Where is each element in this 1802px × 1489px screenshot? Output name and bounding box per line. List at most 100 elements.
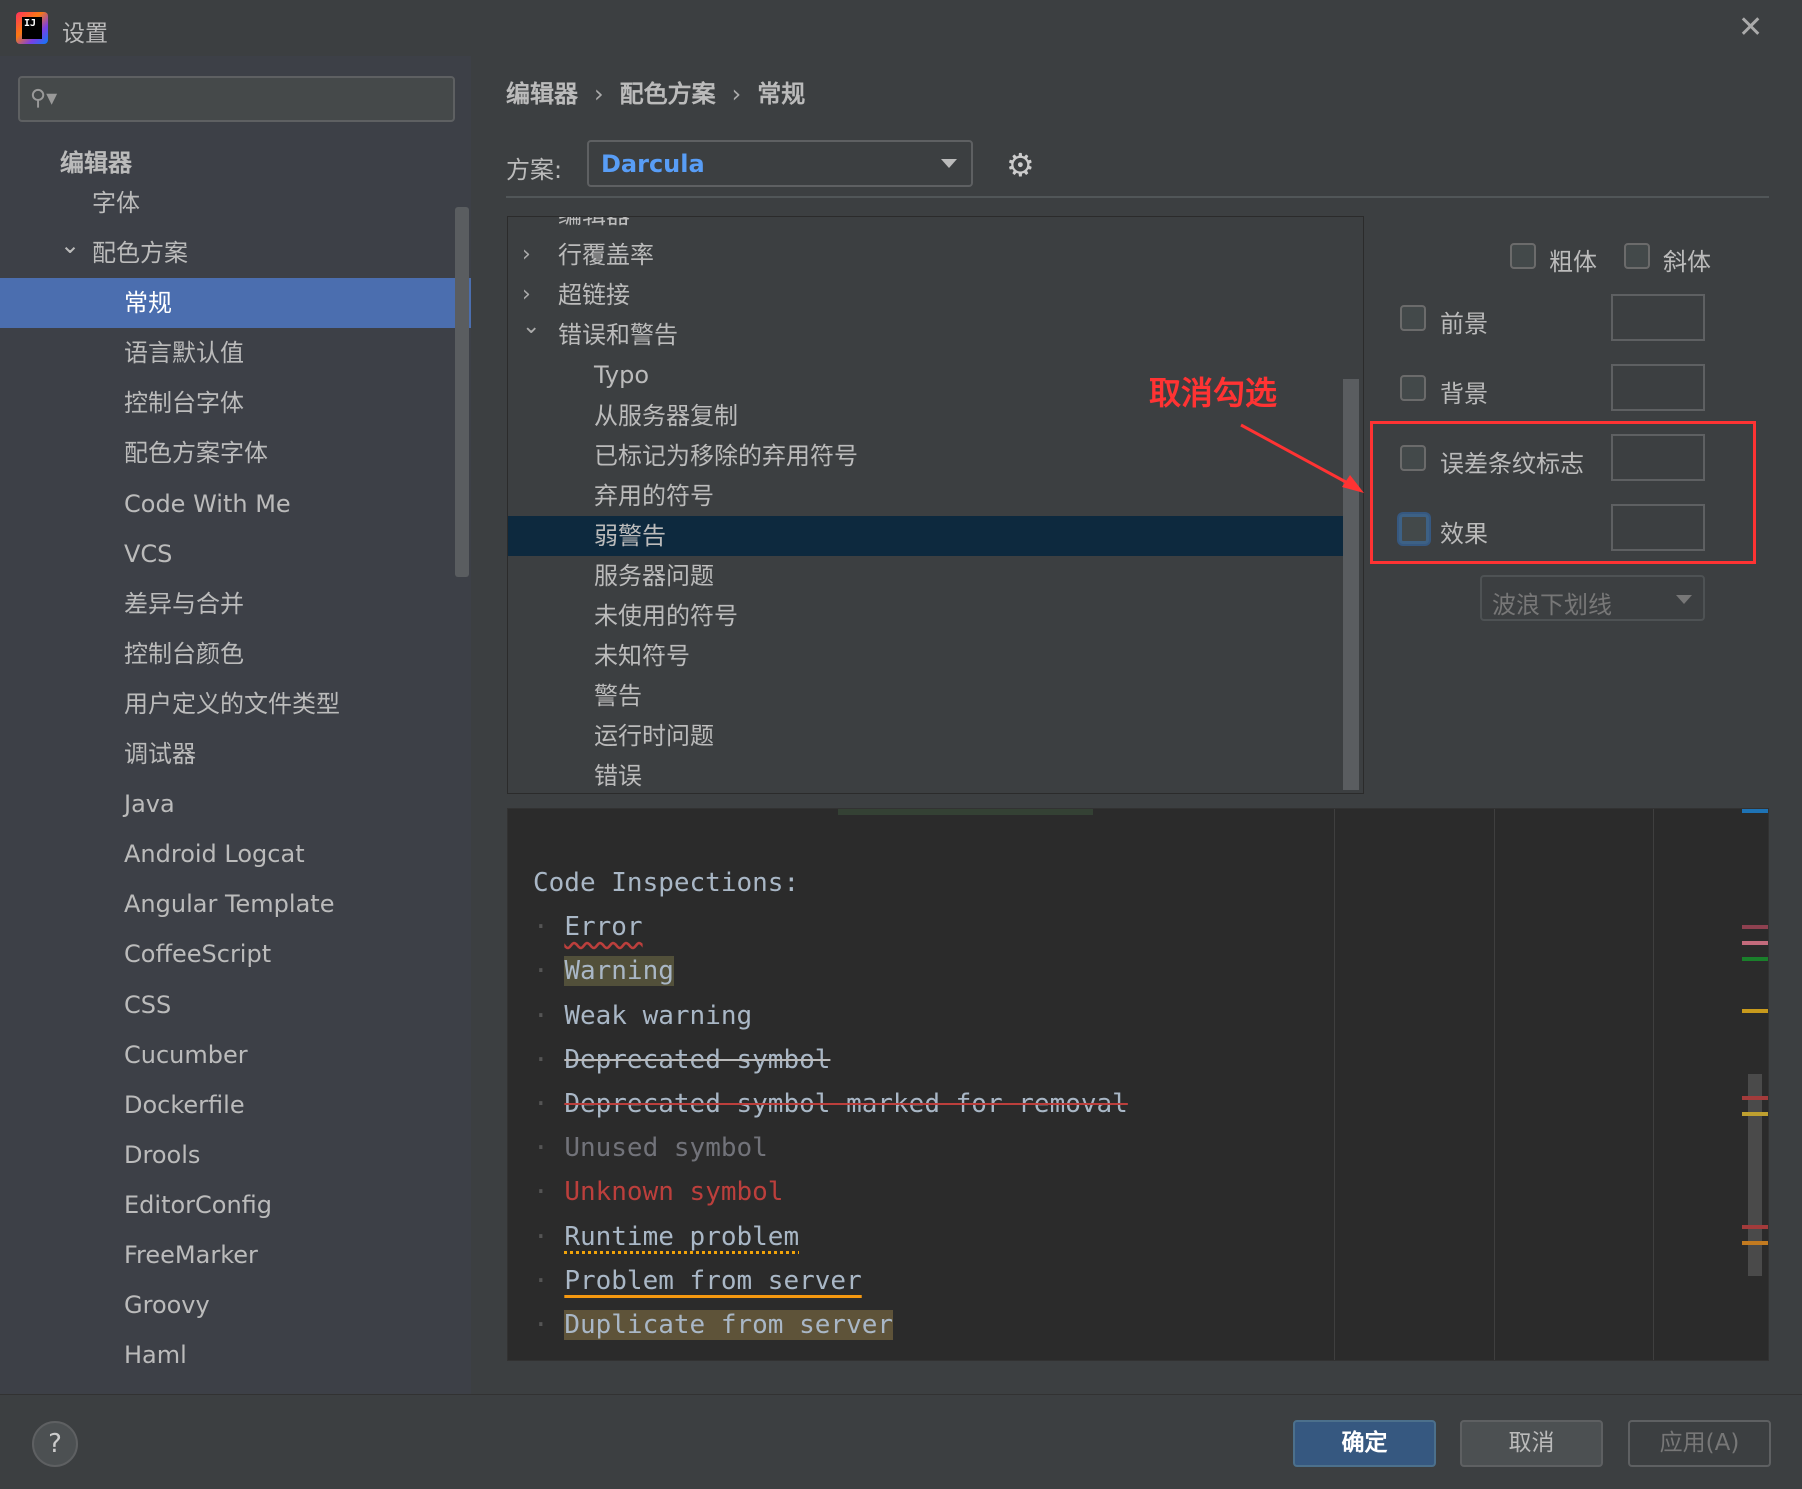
sidebar-item-label: 控制台字体 xyxy=(124,389,244,418)
tree-item-label: 错误 xyxy=(594,762,642,791)
cancel-button[interactable]: 取消 xyxy=(1460,1420,1603,1467)
window-title: 设置 xyxy=(62,21,108,47)
background-checkbox[interactable] xyxy=(1400,375,1426,401)
sidebar-item[interactable]: 用户定义的文件类型 xyxy=(0,679,471,729)
sidebar-item[interactable]: Code With Me xyxy=(0,479,471,529)
sidebar-item[interactable]: Cucumber xyxy=(0,1030,471,1080)
sidebar-item[interactable]: ⌄ 配色方案 xyxy=(0,228,471,278)
preview-scrollbar[interactable] xyxy=(1748,1074,1762,1276)
annotation-highlight-box xyxy=(1370,421,1756,564)
error-stripe-mark[interactable] xyxy=(1742,1096,1768,1100)
close-icon[interactable]: ✕ xyxy=(1738,10,1763,45)
preview-line: · Unknown symbol xyxy=(533,1177,784,1208)
tree-item[interactable]: ⌄ 编辑器 xyxy=(508,217,1348,235)
error-stripe-mark[interactable] xyxy=(1742,1009,1768,1013)
sidebar-item-label: Haml xyxy=(124,1341,187,1370)
sidebar-item[interactable]: Drools xyxy=(0,1130,471,1180)
scheme-dropdown[interactable]: Darcula xyxy=(587,140,973,187)
bold-checkbox[interactable] xyxy=(1510,243,1536,269)
scheme-label: 方案: xyxy=(506,156,563,184)
tree-item-label: 错误和警告 xyxy=(558,321,678,350)
sidebar-item-label: Drools xyxy=(124,1140,201,1169)
breadcrumb-item[interactable]: 配色方案 xyxy=(620,80,716,108)
intellij-logo-icon: IJ xyxy=(16,12,48,44)
sidebar-item[interactable]: 控制台颜色 xyxy=(0,629,471,679)
error-stripe-mark[interactable] xyxy=(1742,1112,1768,1116)
sidebar-item[interactable]: 调试器 xyxy=(0,729,471,779)
tree-item-label: 弃用的符号 xyxy=(594,481,714,510)
tree-item[interactable]: 错误 xyxy=(508,756,1348,793)
chevron-right-icon[interactable]: › xyxy=(522,235,531,275)
tree-item[interactable]: 未知符号 xyxy=(508,636,1348,676)
apply-button[interactable]: 应用(A) xyxy=(1628,1420,1771,1467)
sidebar-item[interactable]: 语言默认值 xyxy=(0,328,471,378)
sidebar-item[interactable]: Android Logcat xyxy=(0,829,471,879)
tree-item[interactable]: 警告 xyxy=(508,676,1348,716)
sidebar-scrollbar[interactable] xyxy=(455,207,469,577)
tree-item[interactable]: ⌄ 错误和警告 xyxy=(508,314,1348,355)
gear-icon[interactable]: ⚙ xyxy=(1006,146,1035,184)
preview-line: · Unused symbol xyxy=(533,1133,768,1164)
error-stripe-mark[interactable] xyxy=(1742,1241,1768,1245)
sidebar-item[interactable]: 差异与合并 xyxy=(0,579,471,629)
sidebar-item-label: 配色方案 xyxy=(92,239,188,267)
search-input[interactable]: ⚲▾ xyxy=(18,76,455,122)
sidebar-item[interactable]: CSS xyxy=(0,980,471,1030)
sidebar-item[interactable]: EditorConfig xyxy=(0,1180,471,1230)
tree-item[interactable]: 未使用的符号 xyxy=(508,596,1348,636)
error-stripe-mark[interactable] xyxy=(1742,925,1768,929)
italic-checkbox[interactable] xyxy=(1624,243,1650,269)
preview-text-warning: Warning xyxy=(564,956,674,987)
chevron-down-icon[interactable]: ⌄ xyxy=(522,307,540,347)
preview-editor[interactable]: Code Inspections: · Error · Warning · Weak … xyxy=(507,808,1769,1361)
sidebar-item[interactable]: Groovy xyxy=(0,1280,471,1330)
sidebar-item[interactable]: FreeMarker xyxy=(0,1230,471,1280)
sidebar-item[interactable]: 配色方案字体 xyxy=(0,428,471,478)
sidebar-item[interactable]: Java xyxy=(0,779,471,829)
error-stripe-mark[interactable] xyxy=(1742,941,1768,945)
bold-label: 粗体 xyxy=(1549,248,1597,276)
foreground-color-swatch[interactable] xyxy=(1611,294,1705,341)
sidebar-item[interactable]: Haml xyxy=(0,1330,471,1380)
sidebar-item[interactable]: CoffeeScript xyxy=(0,929,471,979)
sidebar-item-label: 调试器 xyxy=(124,740,196,768)
sidebar-item[interactable]: VCS xyxy=(0,529,471,579)
tree-item[interactable]: 弱警告 xyxy=(508,515,1348,556)
tree-item[interactable]: › 超链接 xyxy=(508,275,1348,315)
dialog-footer: ? 确定 取消 应用(A) xyxy=(0,1394,1802,1489)
tree-item[interactable]: 已标记为移除的弃用符号 xyxy=(508,436,1348,476)
sidebar-item[interactable]: Dockerfile xyxy=(0,1080,471,1130)
annotation-text: 取消勾选 xyxy=(1149,374,1278,412)
tree-item-label: 警告 xyxy=(594,682,642,711)
preview-line: · Error xyxy=(533,912,643,943)
tree-item[interactable]: › 行覆盖率 xyxy=(508,235,1348,275)
effect-type-dropdown[interactable]: 波浪下划线 xyxy=(1480,575,1705,621)
tree-item[interactable]: 服务器问题 xyxy=(508,556,1348,596)
help-button[interactable]: ? xyxy=(32,1421,78,1467)
error-stripe-mark[interactable] xyxy=(1742,809,1768,813)
preview-text-duplicate: Duplicate from server xyxy=(564,1310,894,1340)
tree-item-label: 行覆盖率 xyxy=(558,241,654,270)
chevron-down-icon[interactable]: ⌄ xyxy=(522,217,540,227)
settings-sidebar: ⚲▾ 编辑器 字体 ⌄ 配色方案 常规 语言默认值 控制台字体 配色方案字体 Code With… xyxy=(0,56,471,1394)
margin-guide xyxy=(1334,809,1335,1360)
preview-line: · Weak warning xyxy=(533,1000,753,1031)
sidebar-item[interactable]: Angular Template xyxy=(0,879,471,929)
breadcrumb: 编辑器 › 配色方案 › 常规 xyxy=(506,80,806,108)
effect-type-value: 波浪下划线 xyxy=(1492,591,1612,619)
sidebar-item-label: 常规 xyxy=(124,289,172,318)
sidebar-item[interactable]: 控制台字体 xyxy=(0,378,471,428)
foreground-checkbox[interactable] xyxy=(1400,305,1426,331)
tree-item[interactable]: 弃用的符号 xyxy=(508,476,1348,516)
error-stripe-mark[interactable] xyxy=(1742,1225,1768,1229)
foreground-label: 前景 xyxy=(1440,310,1488,338)
breadcrumb-item[interactable]: 编辑器 xyxy=(506,80,578,108)
sidebar-item[interactable]: 常规 xyxy=(0,278,471,329)
ok-button[interactable]: 确定 xyxy=(1293,1420,1436,1467)
search-icon: ⚲▾ xyxy=(30,86,58,111)
tree-item[interactable]: 运行时问题 xyxy=(508,716,1348,756)
error-stripe-mark[interactable] xyxy=(1742,957,1768,961)
tree-item-label: 从服务器复制 xyxy=(594,401,738,430)
sidebar-item-label: 配色方案字体 xyxy=(124,439,268,468)
background-color-swatch[interactable] xyxy=(1611,364,1705,411)
